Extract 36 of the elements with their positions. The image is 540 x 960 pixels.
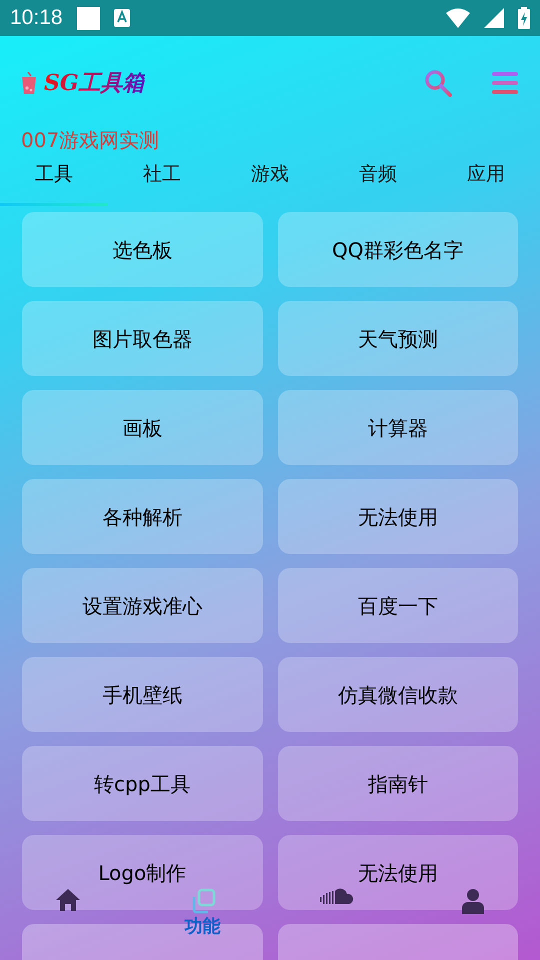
- user-icon: [460, 888, 486, 914]
- tab[interactable]: 应用: [432, 154, 540, 194]
- tool-button[interactable]: Logo制作: [22, 835, 262, 910]
- home-icon: [54, 888, 80, 912]
- tool-button[interactable]: 指南针: [278, 746, 518, 821]
- signal-icon: [484, 8, 504, 28]
- tool-button[interactable]: QQ群彩色名字: [278, 212, 518, 287]
- tool-button[interactable]: 图片取色器: [22, 301, 262, 376]
- tool-button[interactable]: 仿真微信收款: [278, 657, 518, 732]
- notification-icon: [76, 6, 100, 30]
- tool-button[interactable]: 天气预测: [278, 301, 518, 376]
- menu-button[interactable]: [492, 72, 518, 94]
- menu-icon: [492, 72, 518, 94]
- wifi-icon: [446, 8, 470, 28]
- tool-button[interactable]: 百度一下: [278, 568, 518, 643]
- tool-button[interactable]: 计算器: [278, 390, 518, 465]
- tab[interactable]: 音频: [324, 154, 432, 194]
- status-time: 10:18: [10, 5, 63, 32]
- search-icon: [424, 69, 452, 97]
- cup-icon: [22, 72, 36, 94]
- tool-button[interactable]: 各种解析: [22, 479, 262, 554]
- tool-button[interactable]: 画板: [22, 390, 262, 465]
- battery-icon: [518, 7, 530, 29]
- tool-button[interactable]: 设置游戏准心: [22, 568, 262, 643]
- keyboard-icon: [114, 9, 130, 27]
- tab[interactable]: 游戏: [216, 154, 324, 194]
- tool-button[interactable]: 选色板: [22, 212, 262, 287]
- tool-button[interactable]: 无法使用: [278, 479, 518, 554]
- tool-button[interactable]: 转cpp工具: [22, 746, 262, 821]
- tab[interactable]: 工具: [0, 154, 108, 194]
- tool-button[interactable]: 手机壁纸: [22, 657, 262, 732]
- tool-button[interactable]: 无法使用: [278, 835, 518, 910]
- cloud-icon: [320, 888, 356, 906]
- subtitle: 007游戏网实测: [20, 128, 160, 152]
- search-button[interactable]: [424, 69, 452, 97]
- tab[interactable]: 社工: [108, 154, 216, 194]
